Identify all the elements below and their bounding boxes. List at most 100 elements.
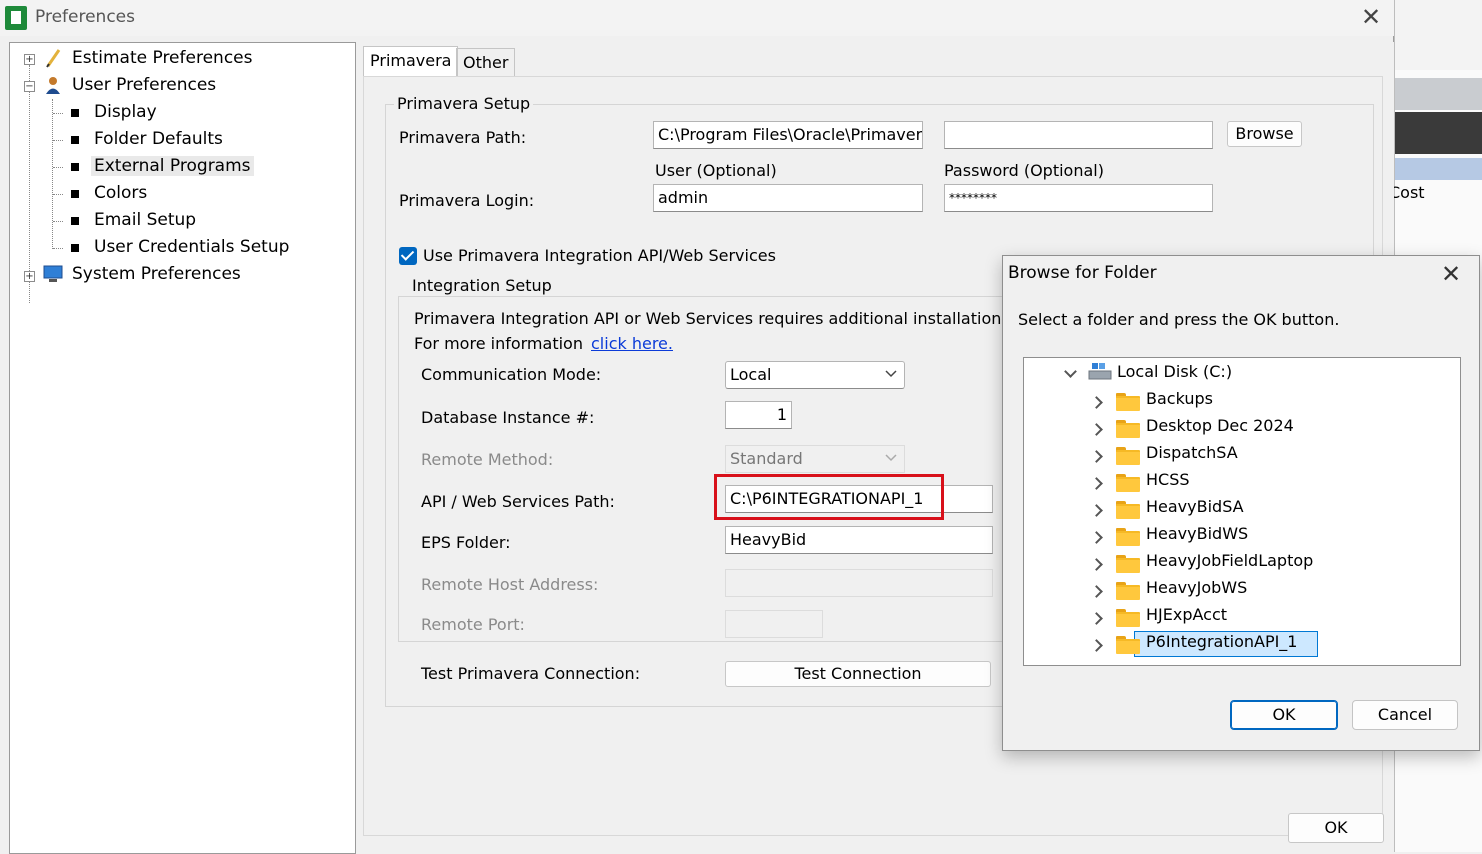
tree-item-user-credentials-setup[interactable]: User Credentials Setup [94, 234, 289, 260]
drive-icon [1088, 363, 1112, 380]
folder-item[interactable]: HeavyJobWS [1146, 574, 1247, 601]
tree-connector [52, 99, 53, 249]
use-integration-checkbox[interactable] [399, 247, 417, 265]
bullet-icon [71, 217, 79, 225]
collapse-icon[interactable]: − [24, 81, 35, 92]
bullet-icon [71, 109, 79, 117]
user-optional-label: User (Optional) [655, 161, 777, 180]
background-band [1395, 0, 1482, 70]
background-band [1395, 78, 1482, 110]
folder-item[interactable]: Desktop Dec 2024 [1146, 412, 1294, 439]
test-connection-label: Test Primavera Connection: [421, 664, 641, 683]
remote-method-value: Standard [730, 449, 803, 468]
folder-root-local-disk[interactable]: Local Disk (C:) [1117, 358, 1232, 385]
tree-item-email-setup[interactable]: Email Setup [94, 207, 196, 233]
folder-item[interactable]: HeavyJobFieldLaptop [1146, 547, 1313, 574]
integration-info-text: Primavera Integration API or Web Service… [414, 309, 1002, 328]
chevron-down-icon[interactable] [1064, 365, 1077, 378]
tree-item-system-preferences[interactable]: System Preferences [72, 261, 241, 287]
dialog-ok-button[interactable]: OK [1230, 700, 1338, 730]
close-icon[interactable]: ✕ [1358, 4, 1384, 30]
folder-icon [1116, 636, 1140, 654]
primavera-path-label: Primavera Path: [399, 128, 527, 147]
folder-icon [1116, 528, 1140, 546]
chevron-right-icon[interactable] [1090, 639, 1103, 652]
database-instance-field[interactable]: 1 [725, 401, 792, 429]
folder-item[interactable]: HeavyBidSA [1146, 493, 1244, 520]
remote-port-label: Remote Port: [421, 615, 525, 634]
tree-item-estimate-preferences[interactable]: Estimate Preferences [72, 45, 252, 71]
close-icon[interactable]: ✕ [1441, 260, 1461, 288]
remote-host-label: Remote Host Address: [421, 575, 599, 594]
remote-host-field [725, 569, 993, 597]
chevron-right-icon[interactable] [1090, 585, 1103, 598]
bullet-icon [71, 136, 79, 144]
preferences-tree: + Estimate Preferences − User Preference… [9, 42, 356, 854]
communication-mode-select[interactable]: Local [725, 361, 905, 389]
tab-primavera[interactable]: Primavera [363, 46, 459, 76]
primavera-path-extra-field[interactable] [944, 121, 1213, 149]
test-connection-button[interactable]: Test Connection [725, 661, 991, 687]
chevron-right-icon[interactable] [1090, 450, 1103, 463]
primavera-setup-title: Primavera Setup [394, 94, 534, 113]
bullet-icon [71, 244, 79, 252]
tree-item-external-programs[interactable]: External Programs [91, 153, 254, 179]
dialog-instruction: Select a folder and press the OK button. [1018, 310, 1340, 329]
chevron-right-icon[interactable] [1090, 423, 1103, 436]
click-here-link[interactable]: click here. [591, 334, 673, 353]
tree-connector [53, 140, 63, 141]
folder-item[interactable]: HeavyBidWS [1146, 520, 1248, 547]
eps-folder-field[interactable]: HeavyBid [725, 526, 993, 554]
communication-mode-label: Communication Mode: [421, 365, 602, 384]
tree-item-display[interactable]: Display [94, 99, 157, 125]
tree-connector [53, 167, 63, 168]
remote-method-label: Remote Method: [421, 450, 554, 469]
expand-icon[interactable]: + [24, 54, 35, 65]
bullet-icon [71, 190, 79, 198]
folder-item[interactable]: HCSS [1146, 466, 1190, 493]
user-field[interactable]: admin [653, 184, 923, 212]
chevron-right-icon[interactable] [1090, 477, 1103, 490]
folder-icon [1116, 582, 1140, 600]
primavera-path-field[interactable]: C:\Program Files\Oracle\Primavera F [653, 121, 923, 149]
chevron-right-icon[interactable] [1090, 531, 1103, 544]
browse-button[interactable]: Browse [1227, 121, 1302, 147]
window-title: Preferences [35, 7, 135, 27]
database-instance-label: Database Instance #: [421, 408, 595, 427]
tree-item-folder-defaults[interactable]: Folder Defaults [94, 126, 223, 152]
integration-setup-title: Integration Setup [409, 276, 555, 295]
chevron-down-icon [885, 454, 897, 462]
tree-connector [29, 65, 30, 303]
tree-item-colors[interactable]: Colors [94, 180, 147, 206]
communication-mode-value: Local [730, 365, 772, 384]
expand-icon[interactable]: + [24, 271, 35, 282]
folder-tree: Local Disk (C:) Backups Desktop Dec 2024… [1023, 357, 1461, 666]
folder-icon [1116, 447, 1140, 465]
bullet-icon [71, 163, 79, 171]
folder-icon [1116, 501, 1140, 519]
folder-icon [1116, 609, 1140, 627]
browse-folder-dialog: Browse for Folder ✕ Select a folder and … [1002, 255, 1480, 751]
password-field[interactable]: ******** [944, 184, 1213, 212]
tree-item-user-preferences[interactable]: User Preferences [72, 72, 216, 98]
background-cost-text: Cost [1389, 183, 1425, 202]
chevron-right-icon[interactable] [1090, 504, 1103, 517]
chevron-right-icon[interactable] [1090, 396, 1103, 409]
folder-item[interactable]: DispatchSA [1146, 439, 1238, 466]
folder-item[interactable]: HJExpAcct [1146, 601, 1227, 628]
remote-port-field [725, 610, 823, 638]
folder-item[interactable]: Backups [1146, 385, 1213, 412]
password-optional-label: Password (Optional) [944, 161, 1104, 180]
ok-button[interactable]: OK [1288, 813, 1384, 843]
folder-icon [1116, 420, 1140, 438]
chevron-right-icon[interactable] [1090, 612, 1103, 625]
chevron-right-icon[interactable] [1090, 558, 1103, 571]
tab-other[interactable]: Other [456, 48, 516, 76]
tree-connector [53, 221, 63, 222]
highlight-box [714, 474, 944, 520]
tree-connector [53, 113, 63, 114]
pencil-icon [46, 49, 61, 68]
dialog-cancel-button[interactable]: Cancel [1352, 700, 1458, 730]
folder-icon [1116, 474, 1140, 492]
folder-item-selected[interactable]: P6IntegrationAPI_1 [1146, 628, 1297, 655]
